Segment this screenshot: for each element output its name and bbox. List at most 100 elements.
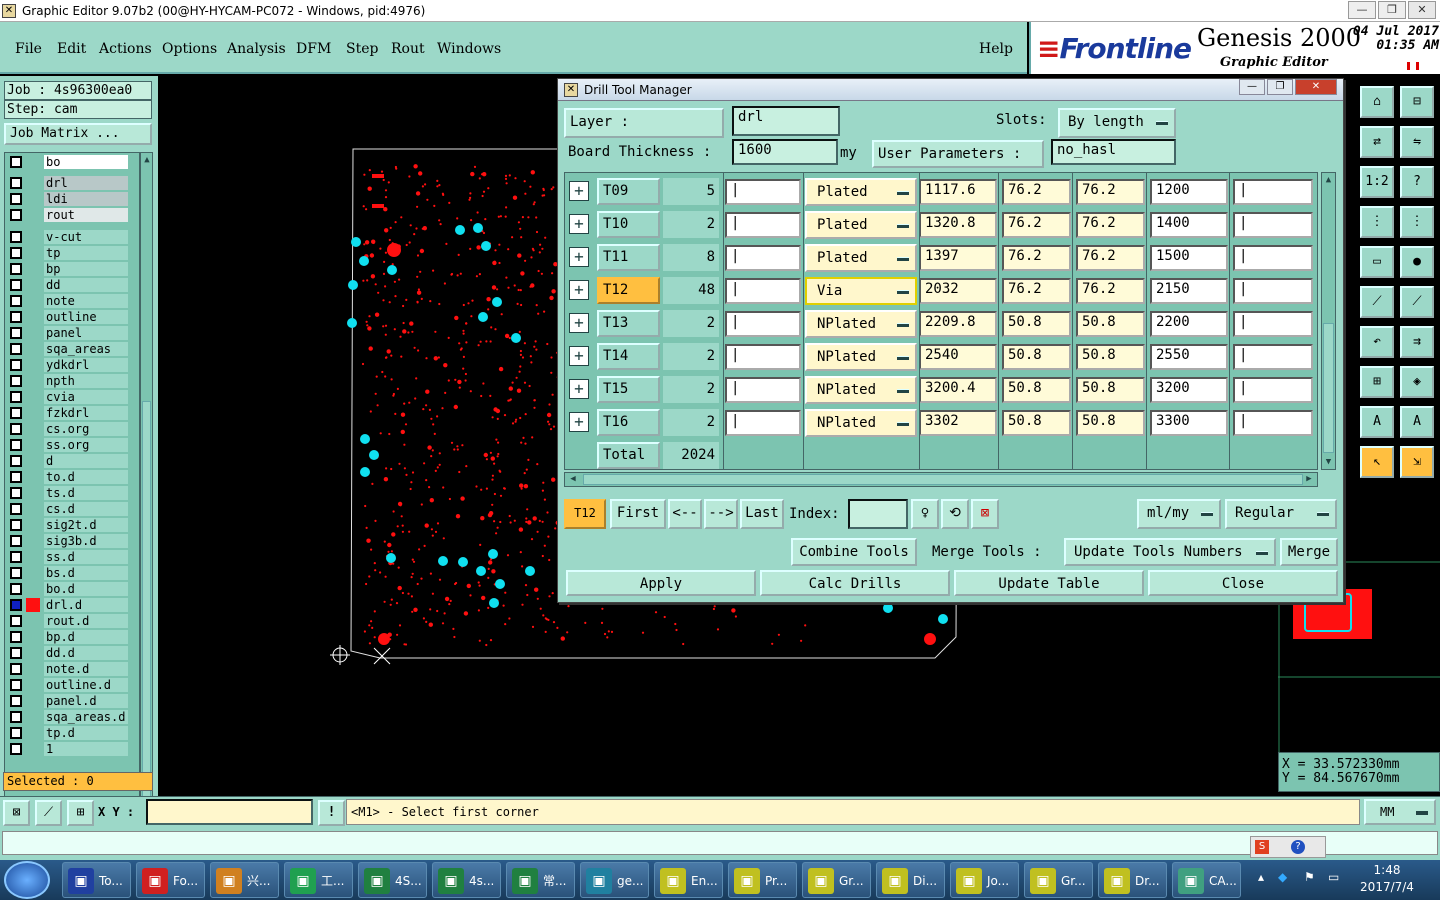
combine-tools-button[interactable]: Combine Tools	[791, 538, 917, 566]
tool-type-select[interactable]: Plated	[805, 244, 917, 272]
layer-row[interactable]: ss.d	[8, 550, 128, 564]
layer-checkbox[interactable]	[10, 231, 22, 243]
tool-type-select[interactable]: Plated	[805, 211, 917, 239]
layer-row[interactable]: 1	[8, 742, 128, 756]
tool-value-input[interactable]: 76.2	[1002, 179, 1071, 205]
expand-icon[interactable]: +	[569, 181, 589, 201]
shapes-icon[interactable]: ◈	[1400, 366, 1434, 398]
layer-row[interactable]: panel	[8, 326, 128, 340]
taskbar-item[interactable]: ▣ 4S...	[358, 862, 427, 898]
tool-extra-input[interactable]: |	[1233, 212, 1313, 238]
layer-row[interactable]: cs.org	[8, 422, 128, 436]
layer-checkbox[interactable]	[10, 711, 22, 723]
merge-button[interactable]: Merge	[1280, 538, 1338, 566]
tool-value-input[interactable]: 2550	[1150, 344, 1228, 370]
layer-row[interactable]: d	[8, 454, 128, 468]
tool-value-input[interactable]: 50.8	[1002, 377, 1071, 403]
layer-checkbox[interactable]	[10, 295, 22, 307]
tool-value-input[interactable]: 2150	[1150, 278, 1228, 304]
maximize-button[interactable]: ❐	[1378, 1, 1406, 19]
tool-comment-input[interactable]: |	[725, 179, 801, 205]
taskbar-item[interactable]: ▣ 4s...	[432, 862, 501, 898]
layer-row[interactable]: ydkdrl	[8, 358, 128, 372]
tool-name[interactable]: T16	[597, 409, 660, 436]
next-button[interactable]: -->	[704, 499, 738, 529]
layer-row[interactable]: ss.org	[8, 438, 128, 452]
layer-checkbox[interactable]	[10, 663, 22, 675]
layer-row[interactable]: ldi	[8, 192, 128, 206]
layer-checkbox[interactable]	[10, 647, 22, 659]
measure-icon[interactable]: ⟋	[35, 800, 62, 826]
scroll-right-icon[interactable]: ▶	[1303, 473, 1315, 485]
layer-row[interactable]: tp.d	[8, 726, 128, 740]
first-button[interactable]: First	[610, 499, 666, 529]
taskbar-item[interactable]: ▣ Di...	[876, 862, 945, 898]
slots-select[interactable]: By length	[1058, 108, 1176, 138]
tool-value-input[interactable]: 2032	[919, 278, 997, 304]
text2-icon[interactable]: A	[1400, 406, 1434, 438]
expand-icon[interactable]: +	[569, 313, 589, 333]
tool-value-input[interactable]: 3200	[1150, 377, 1228, 403]
help-icon[interactable]: ?	[1400, 166, 1434, 198]
tool-name[interactable]: T15	[597, 376, 660, 403]
layer-row[interactable]: fzkdrl	[8, 406, 128, 420]
layer-row[interactable]: note	[8, 294, 128, 308]
traffic-icon[interactable]: ⋮	[1360, 206, 1394, 238]
tool-extra-input[interactable]: |	[1233, 179, 1313, 205]
layer-checkbox[interactable]	[10, 327, 22, 339]
layer-row[interactable]: panel.d	[8, 694, 128, 708]
menu-step[interactable]: Step	[346, 41, 378, 57]
last-button[interactable]: Last	[740, 499, 784, 529]
board-thickness-input[interactable]: 1600	[732, 139, 838, 165]
tool-comment-input[interactable]: |	[725, 344, 801, 370]
tool-value-input[interactable]: 76.2	[1076, 278, 1145, 304]
layer-row[interactable]: ts.d	[8, 486, 128, 500]
table-vertical-scrollbar[interactable]: ▲ ▼	[1321, 172, 1336, 470]
taskbar-item[interactable]: ▣ To...	[62, 862, 131, 898]
layer-checkbox[interactable]	[10, 439, 22, 451]
layer-checkbox[interactable]	[10, 423, 22, 435]
layer-row[interactable]: bp.d	[8, 630, 128, 644]
mode-select[interactable]: Regular	[1225, 499, 1337, 529]
layer-row[interactable]: outline	[8, 310, 128, 324]
layer-checkbox[interactable]	[10, 727, 22, 739]
units-select[interactable]: MM	[1364, 799, 1436, 825]
expand-icon[interactable]: +	[569, 214, 589, 234]
layer-row[interactable]: bo.d	[8, 582, 128, 596]
layer-checkbox[interactable]	[10, 391, 22, 403]
dialog-maximize-button[interactable]: ❐	[1267, 79, 1293, 95]
tool-value-input[interactable]: 76.2	[1002, 278, 1071, 304]
tool-comment-input[interactable]: |	[725, 278, 801, 304]
close-dialog-button[interactable]: Close	[1148, 570, 1338, 596]
traffic2-icon[interactable]: ⋮	[1400, 206, 1434, 238]
tool-type-select[interactable]: Via	[805, 277, 917, 305]
layer-row[interactable]: sqa_areas	[8, 342, 128, 356]
layer-row[interactable]: drl.d	[8, 598, 128, 612]
layer-row[interactable]: note.d	[8, 662, 128, 676]
switch-icon[interactable]: ⇋	[1400, 126, 1434, 158]
tool-type-select[interactable]: NPlated	[805, 376, 917, 404]
expand-icon[interactable]: +	[569, 280, 589, 300]
tool-name[interactable]: T12	[597, 277, 660, 304]
tool-value-input[interactable]: 76.2	[1076, 245, 1145, 271]
layer-checkbox[interactable]	[10, 247, 22, 259]
delete-icon[interactable]: ⊠	[971, 499, 999, 529]
layer-checkbox[interactable]	[10, 615, 22, 627]
start-button[interactable]	[4, 861, 50, 899]
tool-value-input[interactable]: 76.2	[1076, 212, 1145, 238]
layer-row[interactable]: outline.d	[8, 678, 128, 692]
bulb-icon[interactable]: ♀	[911, 499, 939, 529]
layer-row[interactable]: cvia	[8, 390, 128, 404]
layer-row[interactable]: to.d	[8, 470, 128, 484]
expand-icon[interactable]: +	[569, 346, 589, 366]
tool-value-input[interactable]: 76.2	[1002, 212, 1071, 238]
text-icon[interactable]: A	[1360, 406, 1394, 438]
layer-row[interactable]: bp	[8, 262, 128, 276]
calc-drills-button[interactable]: Calc Drills	[760, 570, 950, 596]
update-tools-numbers-select[interactable]: Update Tools Numbers	[1064, 538, 1276, 566]
layer-row[interactable]: cs.d	[8, 502, 128, 516]
layer-checkbox[interactable]	[10, 599, 22, 611]
line2-icon[interactable]: ⟋	[1400, 286, 1434, 318]
layer-checkbox[interactable]	[10, 359, 22, 371]
layer-row[interactable]: sig3b.d	[8, 534, 128, 548]
